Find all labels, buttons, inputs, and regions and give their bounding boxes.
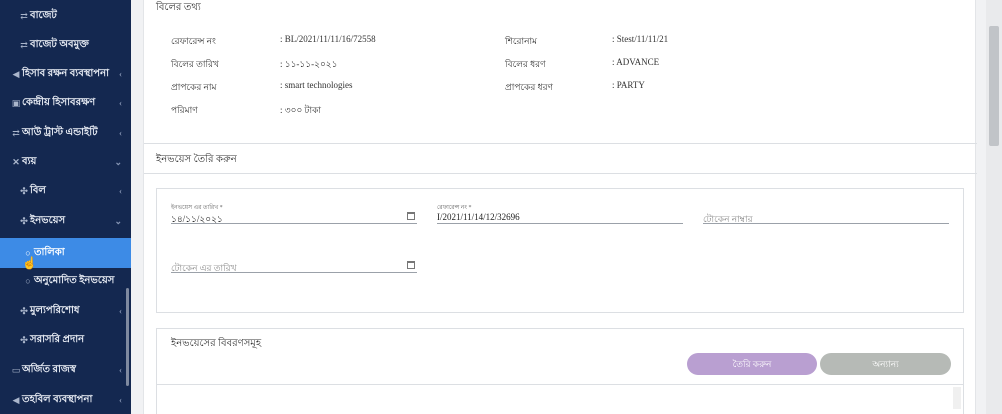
sidebar-item-label: বাজেট xyxy=(30,9,57,21)
sidebar-item-payment[interactable]: ✣ মুল্যপরিশোধ ‹ xyxy=(0,299,131,323)
bill-date-label: বিলের তারিখ xyxy=(171,59,219,69)
bill-date-value: : ১১-১১-২০২১ xyxy=(280,59,338,69)
mouse-cursor-icon: ☝ xyxy=(22,256,37,270)
sidebar-scrollbar[interactable] xyxy=(126,288,129,386)
divider xyxy=(157,384,963,385)
invoice-date-label: ইনভয়েস এর তারিখ * xyxy=(171,205,223,211)
token-date-placeholder: টোকেন এর তারিখ xyxy=(171,263,237,273)
bill-icon: ✣ xyxy=(20,185,28,196)
chevron-left-icon: ‹ xyxy=(119,365,122,375)
sidebar-item-approved-invoice[interactable]: ○ অনুমোদিত ইনভয়েস xyxy=(0,269,131,293)
budget-release-icon: ⇄ xyxy=(20,39,28,50)
expense-icon: ✕ xyxy=(12,156,20,167)
bill-info-title: বিলের তথ্য xyxy=(156,2,201,13)
sidebar-item-fund[interactable]: ◀ তহবিল ব্যবস্থাপনা ‹ xyxy=(0,388,131,412)
invoice-reference-label: রেফারেন্স নং * xyxy=(437,205,472,211)
invoice-details-title: ইনভয়েসের বিবরণসমূহ xyxy=(171,338,262,349)
bill-type-value: : ADVANCE xyxy=(612,57,660,67)
invoice-details-card: ইনভয়েসের বিবরণসমূহ তৈরি করুন অন্যান্য xyxy=(156,328,964,414)
receiver-type-label: প্রাপকের ধরণ xyxy=(505,82,553,92)
receiver-type-value: : PARTY xyxy=(612,80,645,90)
trust-icon: ⇄ xyxy=(12,127,20,138)
revenue-icon: ▭ xyxy=(11,364,21,375)
sidebar-item-label: তালিকা xyxy=(34,246,65,258)
sidebar-item-label: ইনভয়েস xyxy=(30,214,66,226)
divider xyxy=(144,173,977,174)
invoice-date-field[interactable]: ইনভয়েস এর তারিখ * ১৪/১১/২০২১ xyxy=(171,202,417,224)
page-scrollbar[interactable] xyxy=(986,0,1002,414)
sidebar-item-accounting[interactable]: ◀ হিসাব রক্ষন ব্যবস্থাপনা ‹ xyxy=(0,62,131,86)
sidebar-item-label: আউ ট্রাস্ট এন্ডাইটি xyxy=(22,126,98,138)
invoice-date-value: ১৪/১১/২০২১ xyxy=(171,214,223,224)
receiver-name-value: : smart technologies xyxy=(280,80,353,90)
sidebar-item-budget-release[interactable]: ⇄ বাজেট অবমুক্ত xyxy=(0,33,131,57)
page-scrollbar-thumb[interactable] xyxy=(989,26,999,146)
chevron-left-icon: ‹ xyxy=(119,186,122,196)
reference-label: রেফারেন্স নং xyxy=(171,36,216,46)
bill-type-label: বিলের ধরণ xyxy=(505,59,546,69)
calendar-icon[interactable] xyxy=(407,212,415,220)
divider xyxy=(144,143,977,144)
reference-value: : BL/2021/11/11/16/72558 xyxy=(280,34,376,44)
amount-value: : ৩০০ টাকা xyxy=(280,105,321,115)
sidebar-item-expense[interactable]: ✕ ব্যয় ⌄ xyxy=(0,150,131,174)
sidebar-item-label: তহবিল ব্যবস্থাপনা xyxy=(22,393,93,405)
heading-value: : Stest/11/11/21 xyxy=(612,34,669,44)
sidebar-item-bill[interactable]: ✣ বিল ‹ xyxy=(0,179,131,203)
sidebar-item-label: অনুমোদিত ইনভয়েস xyxy=(34,274,115,286)
accounting-icon: ◀ xyxy=(12,68,20,79)
budget-icon: ⇄ xyxy=(20,10,28,21)
sidebar-item-budget[interactable]: ⇄ বাজেট xyxy=(0,4,131,28)
chevron-left-icon: ‹ xyxy=(119,69,122,79)
main-content: বিলের তথ্য রেফারেন্স নং : BL/2021/11/11/… xyxy=(143,0,977,414)
token-number-field[interactable]: টোকেন নাম্বার xyxy=(703,202,949,224)
token-date-input[interactable]: টোকেন এর তারিখ xyxy=(171,259,417,273)
central-accounting-icon: ▣ xyxy=(11,97,21,108)
sidebar-item-direct-payment[interactable]: ✣ সরাসরি প্রদান xyxy=(0,328,131,352)
create-button[interactable]: তৈরি করুন xyxy=(687,353,817,375)
receiver-name-label: প্রাপকের নাম xyxy=(171,82,217,92)
sidebar-item-label: সরাসরি প্রদান xyxy=(30,333,85,345)
chevron-left-icon: ‹ xyxy=(119,306,122,316)
sidebar-item-central-accounting[interactable]: ▣ কেন্দ্রীয় হিসাবরক্ষণ ‹ xyxy=(0,91,131,115)
other-button[interactable]: অন্যান্য xyxy=(820,353,951,375)
invoice-reference-input[interactable]: I/2021/11/14/12/32696 xyxy=(437,210,683,224)
invoice-date-input[interactable]: ১৪/১১/২০২১ xyxy=(171,210,417,224)
chevron-down-icon: ⌄ xyxy=(114,156,122,167)
invoice-icon: ✣ xyxy=(20,215,28,226)
sidebar-item-revenue[interactable]: ▭ অর্জিত রাজস্ব ‹ xyxy=(0,358,131,382)
sidebar-item-label: বিল xyxy=(30,184,46,196)
sidebar-item-label: বাজেট অবমুক্ত xyxy=(30,38,89,50)
token-date-field[interactable]: টোকেন এর তারিখ xyxy=(171,251,417,273)
details-scrollbar[interactable] xyxy=(953,387,961,409)
sidebar-item-label: হিসাব রক্ষন ব্যবস্থাপনা xyxy=(22,67,109,79)
sidebar-item-label: কেন্দ্রীয় হিসাবরক্ষণ xyxy=(22,96,96,108)
direct-payment-icon: ✣ xyxy=(20,334,28,345)
sidebar-item-label: ব্যয় xyxy=(22,155,37,167)
token-number-placeholder: টোকেন নাম্বার xyxy=(703,214,753,224)
chevron-left-icon: ‹ xyxy=(119,395,122,405)
invoice-reference-value: I/2021/11/14/12/32696 xyxy=(437,212,520,222)
sidebar-item-label: মুল্যপরিশোধ xyxy=(30,304,80,316)
invoice-form-card: ইনভয়েস এর তারিখ * ১৪/১১/২০২১ রেফারেন্স … xyxy=(156,188,964,313)
payment-icon: ✣ xyxy=(20,305,28,316)
invoice-reference-field[interactable]: রেফারেন্স নং * I/2021/11/14/12/32696 xyxy=(437,202,683,224)
fund-icon: ◀ xyxy=(12,394,20,405)
chevron-down-icon: ⌄ xyxy=(114,215,122,226)
approved-invoice-icon: ○ xyxy=(25,276,31,286)
amount-label: পরিমাণ xyxy=(171,105,198,115)
sidebar-item-label: অর্জিত রাজস্ব xyxy=(22,363,76,375)
calendar-icon[interactable] xyxy=(407,261,415,269)
invoice-form-title: ইনভয়েস তৈরি করুন xyxy=(156,154,237,165)
heading-label: শিরোনাম xyxy=(505,36,538,46)
chevron-left-icon: ‹ xyxy=(119,128,122,138)
token-number-input[interactable]: টোকেন নাম্বার xyxy=(703,210,949,224)
sidebar-item-invoice[interactable]: ✣ ইনভয়েস ⌄ xyxy=(0,209,131,233)
sidebar-item-list[interactable]: ○ তালিকা xyxy=(0,238,131,268)
sidebar: ⇄ বাজেট ⇄ বাজেট অবমুক্ত ◀ হিসাব রক্ষন ব্… xyxy=(0,0,131,414)
sidebar-item-trust[interactable]: ⇄ আউ ট্রাস্ট এন্ডাইটি ‹ xyxy=(0,121,131,145)
chevron-left-icon: ‹ xyxy=(119,98,122,108)
